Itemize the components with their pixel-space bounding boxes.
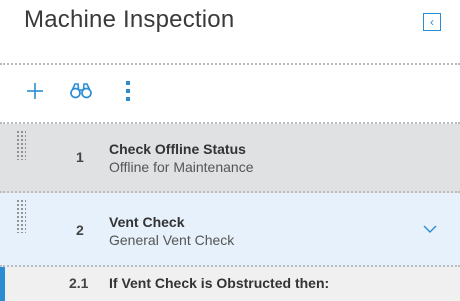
more-vertical-icon: [126, 81, 130, 101]
step-subtitle: General Vent Check: [109, 232, 235, 248]
step-title: Vent Check: [109, 214, 185, 230]
step-number: 2: [76, 222, 84, 238]
chevron-down-icon[interactable]: [422, 223, 438, 235]
more-options-button[interactable]: [114, 77, 142, 105]
add-step-button[interactable]: [21, 77, 49, 105]
drag-handle-icon[interactable]: [16, 199, 26, 233]
page-title: Machine Inspection: [24, 6, 235, 33]
header-divider: [0, 63, 460, 65]
step-title: Check Offline Status: [109, 141, 246, 157]
chevron-left-icon: ‹: [430, 15, 434, 29]
binoculars-icon: [70, 83, 92, 99]
plus-icon: [27, 83, 43, 99]
page-header: Machine Inspection ‹: [0, 0, 460, 64]
step-number: 2.1: [69, 275, 89, 291]
step-title: If Vent Check is Obstructed then:: [109, 275, 330, 291]
step-row-2[interactable]: 2 Vent Check General Vent Check: [0, 193, 460, 267]
step-row-2-1[interactable]: 2.1 If Vent Check is Obstructed then:: [0, 267, 460, 301]
selected-accent-bar: [0, 267, 5, 301]
find-button[interactable]: [67, 77, 95, 105]
collapse-panel-button[interactable]: ‹: [423, 13, 441, 31]
step-subtitle: Offline for Maintenance: [109, 159, 254, 175]
step-number: 1: [76, 149, 84, 165]
drag-handle-icon[interactable]: [16, 130, 26, 160]
step-row-1[interactable]: 1 Check Offline Status Offline for Maint…: [0, 124, 460, 193]
toolbar: [0, 68, 460, 114]
